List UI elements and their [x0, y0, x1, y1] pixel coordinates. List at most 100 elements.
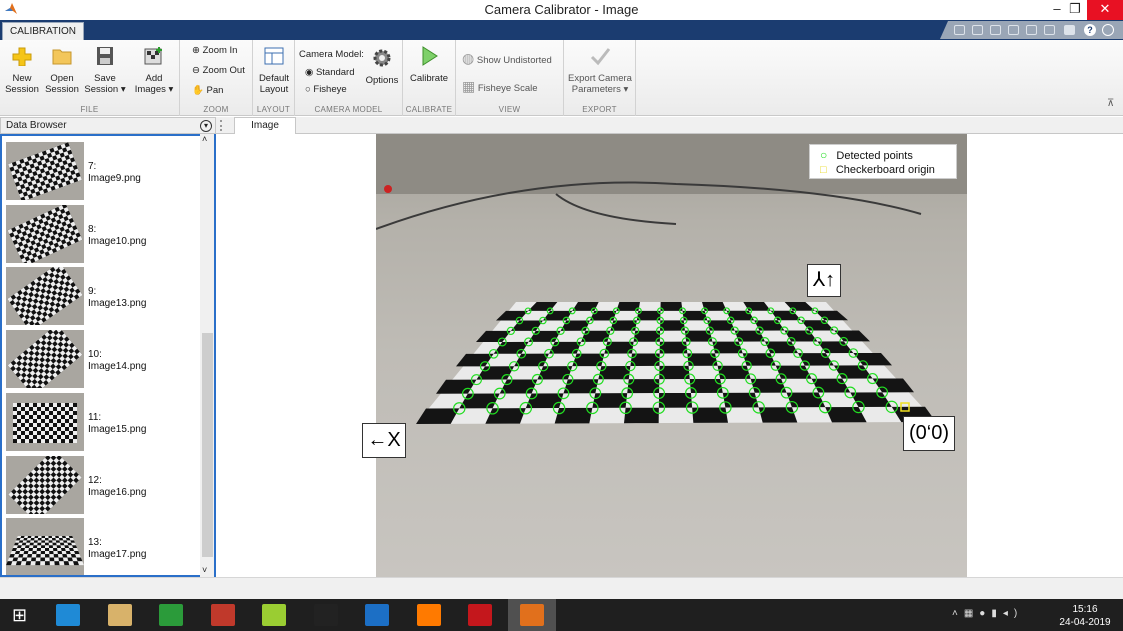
clock[interactable]: 15:16 24-04-2019	[1052, 603, 1118, 629]
battery-icon[interactable]: ▮	[991, 608, 1003, 619]
scroll-down-icon[interactable]: ˅	[202, 565, 207, 575]
list-item-label: 13: Image17.png	[88, 537, 146, 561]
image-thumbnail	[6, 267, 84, 326]
export-parameters-button[interactable]: Export Camera Parameters ▾	[568, 46, 632, 95]
system-tray[interactable]: ˄▦●▮◂)	[952, 608, 1023, 619]
taskbar-ic-app-button[interactable]	[353, 599, 401, 631]
copy-qat-icon[interactable]	[990, 25, 1001, 35]
close-button[interactable]: ✕	[1087, 0, 1123, 20]
security-icon[interactable]: ●	[979, 608, 991, 619]
options-button[interactable]: Options	[365, 48, 399, 86]
scrollbar-thumb[interactable]	[202, 333, 213, 557]
ic-app-icon	[365, 604, 389, 626]
group-layout: Default Layout LAYOUT	[253, 40, 295, 116]
item-index: 13:	[88, 537, 102, 549]
taskbar-store-button[interactable]	[147, 599, 195, 631]
layout-qat-icon[interactable]	[1064, 25, 1075, 35]
title-bar: Camera Calibrator - Image – ❐ ✕	[0, 0, 1123, 20]
data-browser-list[interactable]: 7: Image9.png 8: Image10.png 9: Image13.png 10…	[0, 134, 216, 577]
network-icon[interactable]: ▦	[964, 608, 979, 619]
taskbar-notepad-button[interactable]	[250, 599, 298, 631]
item-index: 7:	[88, 161, 97, 172]
hand-icon: ✋	[192, 85, 204, 96]
taskbar-ie-button[interactable]	[44, 599, 92, 631]
taskbar-windows-button[interactable]: ⊞	[0, 599, 48, 631]
taskbar-file-explorer-button[interactable]	[96, 599, 144, 631]
list-item-label: 7: Image9.png	[88, 161, 141, 185]
checker-square	[660, 302, 683, 311]
item-filename: Image17.png	[88, 549, 147, 561]
standard-radio[interactable]: ◉ Standard	[305, 67, 355, 78]
checker-square	[589, 310, 617, 321]
y-axis-label: ⅄↑	[807, 264, 841, 297]
list-item[interactable]: 9: Image13.png	[4, 265, 202, 327]
item-filename: Image10.png	[88, 235, 147, 247]
show-undistorted-button[interactable]: ◍ Show Undistorted	[462, 50, 552, 67]
drag-handle-icon[interactable]	[220, 120, 223, 131]
zoom-in-button[interactable]: ⊕ Zoom In	[192, 45, 237, 56]
data-browser-header: Data Browser ▾	[0, 117, 216, 134]
taskbar-app-red-button[interactable]	[199, 599, 247, 631]
list-item[interactable]: 10: Image14.png	[4, 328, 202, 390]
thumbnail-checkerboard	[13, 402, 77, 443]
thumbnail-checkerboard	[6, 536, 84, 566]
save-qat-icon[interactable]	[954, 25, 965, 35]
checker-square	[610, 320, 637, 331]
volume-icon[interactable]: ◂)	[1003, 608, 1023, 619]
fisheye-radio[interactable]: ○ Fisheye	[305, 84, 347, 95]
scroll-up-icon[interactable]: ˄	[202, 134, 207, 144]
list-item-label: 9: Image13.png	[88, 286, 146, 310]
chevron-down-icon[interactable]: ▾	[200, 120, 212, 132]
help-icon[interactable]: ?	[1084, 24, 1096, 36]
tab-calibration[interactable]: CALIBRATION	[2, 22, 84, 40]
list-item[interactable]: 7: Image9.png	[4, 140, 202, 202]
taskbar-dice-app-button[interactable]	[302, 599, 350, 631]
windows-icon: ⊞	[12, 605, 28, 625]
calibrate-button[interactable]: Calibrate	[409, 46, 449, 84]
item-filename: Image16.png	[88, 486, 147, 498]
zoom-out-button[interactable]: ⊖ Zoom Out	[192, 65, 245, 76]
legend-detected: ○ Detected points	[820, 148, 913, 162]
taskbar-firefox-button[interactable]	[405, 599, 453, 631]
open-session-button[interactable]: Open Session	[44, 46, 80, 95]
image-thumbnail	[6, 204, 84, 263]
options-dropdown-icon[interactable]	[1102, 24, 1114, 36]
undo-qat-icon[interactable]	[1026, 25, 1037, 35]
cut-qat-icon[interactable]	[972, 25, 983, 35]
legend-detected-label: Detected points	[836, 150, 913, 162]
list-item[interactable]: 8: Image10.png	[4, 203, 202, 265]
list-item[interactable]: 12: Image16.png	[4, 454, 202, 516]
redo-qat-icon[interactable]	[1044, 25, 1055, 35]
checker-square	[742, 353, 776, 366]
taskbar: ⊞ ˄▦●▮◂)	[0, 599, 1123, 631]
status-bar	[0, 577, 1123, 599]
add-images-button[interactable]: Add Images ▾	[132, 46, 176, 95]
taskbar-acrobat-button[interactable]	[456, 599, 504, 631]
paste-qat-icon[interactable]	[1008, 25, 1019, 35]
list-item-label: 11: Image15.png	[88, 412, 146, 436]
fisheye-scale-button[interactable]: ▦ Fisheye Scale	[462, 78, 538, 95]
tab-image[interactable]: Image	[234, 117, 296, 134]
pan-button[interactable]: ✋ Pan	[192, 85, 223, 96]
new-session-button[interactable]: New Session	[4, 46, 40, 95]
collapse-ribbon-icon[interactable]: ⊼	[1107, 98, 1114, 109]
thumbnail-checkerboard	[8, 142, 82, 200]
tray-expand-icon[interactable]: ˄	[952, 608, 964, 619]
item-index: 11:	[88, 411, 102, 423]
thumbnail-checkerboard	[7, 267, 83, 326]
calibration-scene	[376, 134, 967, 424]
save-session-button[interactable]: Save Session ▾	[83, 46, 127, 95]
image-thumbnail	[6, 330, 84, 389]
default-layout-button[interactable]: Default Layout	[256, 46, 292, 95]
legend-origin-label: Checkerboard origin	[835, 164, 935, 176]
checker-square	[712, 341, 743, 354]
group-camera-model: Camera Model: ◉ Standard ○ Fisheye Optio…	[295, 40, 403, 116]
calibration-image[interactable]	[376, 134, 967, 577]
pan-label: Pan	[206, 85, 224, 96]
zoom-out-label: Zoom Out	[202, 65, 245, 76]
yellow-square-icon: □	[820, 164, 827, 176]
group-camera-model-label: CAMERA MODEL	[314, 105, 383, 114]
taskbar-matlab-button[interactable]	[507, 599, 556, 631]
list-item[interactable]: 13: Image17.png	[4, 516, 202, 575]
list-item[interactable]: 11: Image15.png	[4, 391, 202, 453]
